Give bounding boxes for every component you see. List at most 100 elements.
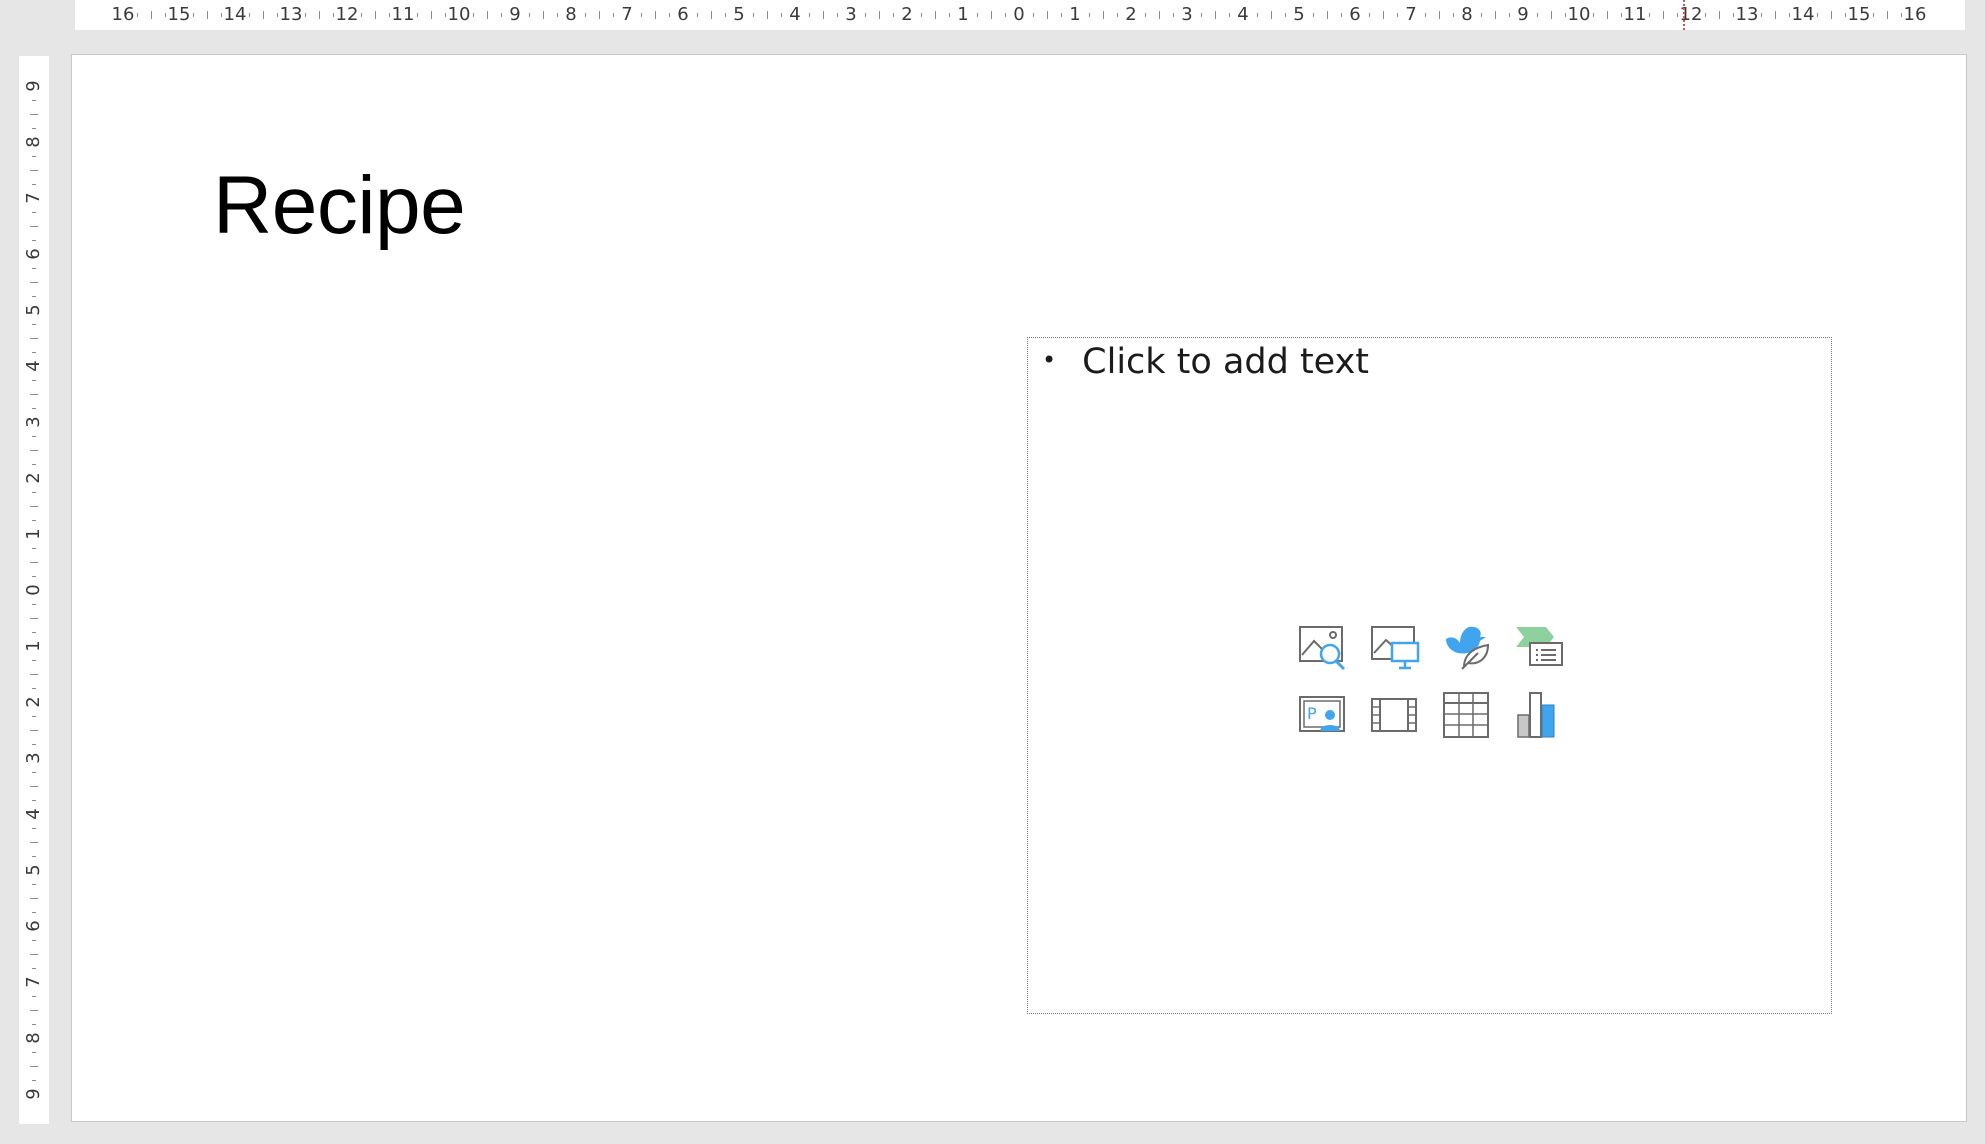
vertical-ruler[interactable]: 9 8 7 6 5 4 3 2 1 0 1 2 3 4 5 6 7 8 9 [19,56,49,1124]
ruler-label: 6 [677,4,689,25]
ruler-tick [207,11,208,19]
icons-icon[interactable] [1442,621,1494,671]
ruler-label: 7 [621,4,633,25]
svg-text:P: P [1307,704,1317,723]
ruler-tick [277,13,278,17]
ruler-tick [32,296,36,297]
ruler-tick [32,492,36,493]
video-icon[interactable] [1370,691,1422,741]
ruler-tick [30,842,38,843]
placeholder-text-line[interactable]: • Click to add text [1042,342,1369,382]
ruler-tick [823,11,824,19]
ruler-label: 6 [23,920,44,932]
ruler-tick [1089,13,1090,17]
ruler-tick [1341,13,1342,17]
ruler-tick [431,11,432,19]
placeholder-prompt: Click to add text [1082,342,1370,382]
ruler-tick [543,11,544,19]
slide-title[interactable]: Recipe [213,159,466,253]
ruler-tick [32,632,36,633]
ruler-tick [30,338,38,339]
ruler-indent-marker[interactable] [1683,0,1685,30]
table-icon[interactable] [1442,691,1494,741]
ruler-tick [1901,13,1902,17]
ruler-label: 7 [23,192,44,204]
ruler-label: 0 [1013,4,1025,25]
ruler-tick [1495,11,1496,19]
ruler-tick [1509,13,1510,17]
ruler-tick [501,13,502,17]
ruler-label: 11 [1623,4,1647,25]
ruler-tick [30,114,38,115]
content-placeholder[interactable]: • Click to add text P [1027,337,1832,1014]
ruler-tick [32,268,36,269]
ruler-tick [641,13,642,17]
ruler-tick [1005,13,1006,17]
ruler-tick [697,13,698,17]
ruler-tick [1845,13,1846,17]
ruler-tick [249,13,250,17]
ruler-label: 7 [23,976,44,988]
ruler-tick [809,13,810,17]
ruler-tick [32,856,36,857]
ruler-label: 2 [23,472,44,484]
ruler-label: 0 [23,584,44,596]
ruler-tick [1425,13,1426,17]
ruler-tick [32,912,36,913]
ruler-tick [445,13,446,17]
ruler-label: 9 [23,80,44,92]
ruler-label: 12 [335,4,359,25]
ruler-tick [389,13,390,17]
smartart-icon[interactable] [1514,621,1566,671]
ruler-tick [32,1052,36,1053]
ruler-tick [1103,11,1104,19]
ruler-tick [30,786,38,787]
ruler-tick [1817,13,1818,17]
ruler-tick [32,184,36,185]
ruler-label: 15 [1847,4,1871,25]
insert-content-icons: P [1298,621,1563,741]
ruler-tick [1159,11,1160,19]
ruler-tick [32,464,36,465]
ruler-tick [1705,13,1706,17]
ruler-tick [32,660,36,661]
ruler-tick [221,13,222,17]
ruler-tick [1453,13,1454,17]
slide-canvas[interactable]: Recipe • Click to add text P [71,54,1967,1122]
ruler-label: 4 [23,360,44,372]
ruler-tick [529,13,530,17]
ruler-tick [32,324,36,325]
ruler-label: 9 [1517,4,1529,25]
ruler-tick [599,11,600,19]
ruler-label: 8 [1461,4,1473,25]
ruler-tick [30,730,38,731]
ruler-tick [949,13,950,17]
chart-icon[interactable] [1514,691,1566,741]
ruler-tick [417,13,418,17]
ruler-label: 5 [1293,4,1305,25]
ruler-tick [1621,13,1622,17]
horizontal-ruler[interactable]: 16 15 14 13 12 11 10 9 8 7 6 5 4 3 2 1 0 1 2 3 4 5 6 7 8 9 10 11 12 1… [75,0,1965,30]
ruler-tick [32,240,36,241]
ruler-tick [1677,13,1678,17]
ruler-tick [32,744,36,745]
ruler-label: 8 [23,136,44,148]
ruler-tick [32,212,36,213]
ruler-tick [921,13,922,17]
ruler-tick [375,11,376,19]
ruler-tick [263,11,264,19]
cameo-icon[interactable]: P [1298,691,1350,741]
ruler-tick [32,520,36,521]
ruler-tick [1761,13,1762,17]
ruler-tick [32,576,36,577]
stock-images-icon[interactable] [1298,621,1350,671]
ruler-tick [32,408,36,409]
ruler-label: 3 [845,4,857,25]
ruler-tick [1551,11,1552,19]
ruler-label: 8 [23,1032,44,1044]
pictures-icon[interactable] [1370,621,1422,671]
ruler-tick [977,13,978,17]
ruler-label: 13 [279,4,303,25]
ruler-label: 9 [509,4,521,25]
ruler-tick [865,13,866,17]
